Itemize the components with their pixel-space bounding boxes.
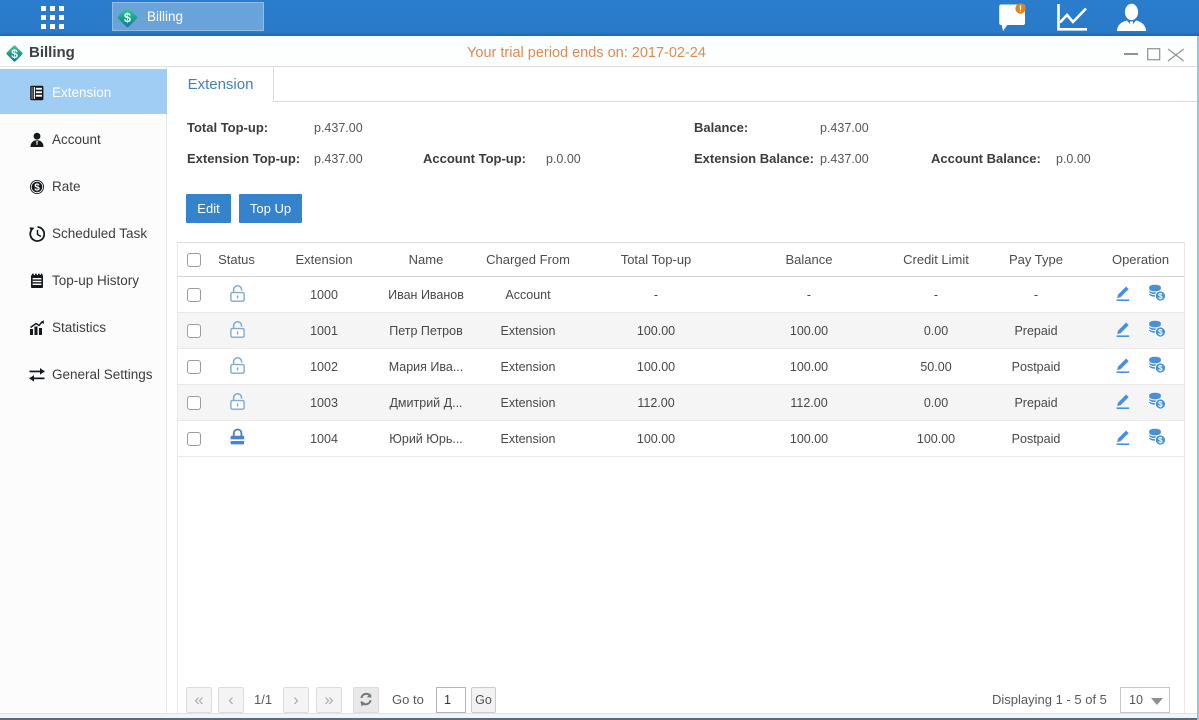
svg-text:$: $ — [1158, 292, 1163, 301]
svg-text:$: $ — [1158, 364, 1163, 373]
svg-text:$: $ — [1158, 328, 1163, 337]
svg-text:$: $ — [34, 182, 40, 193]
svg-text:!: ! — [1019, 4, 1022, 14]
svg-text:$: $ — [1158, 436, 1163, 445]
svg-text:$: $ — [1158, 400, 1163, 409]
svg-text:$: $ — [124, 10, 132, 25]
